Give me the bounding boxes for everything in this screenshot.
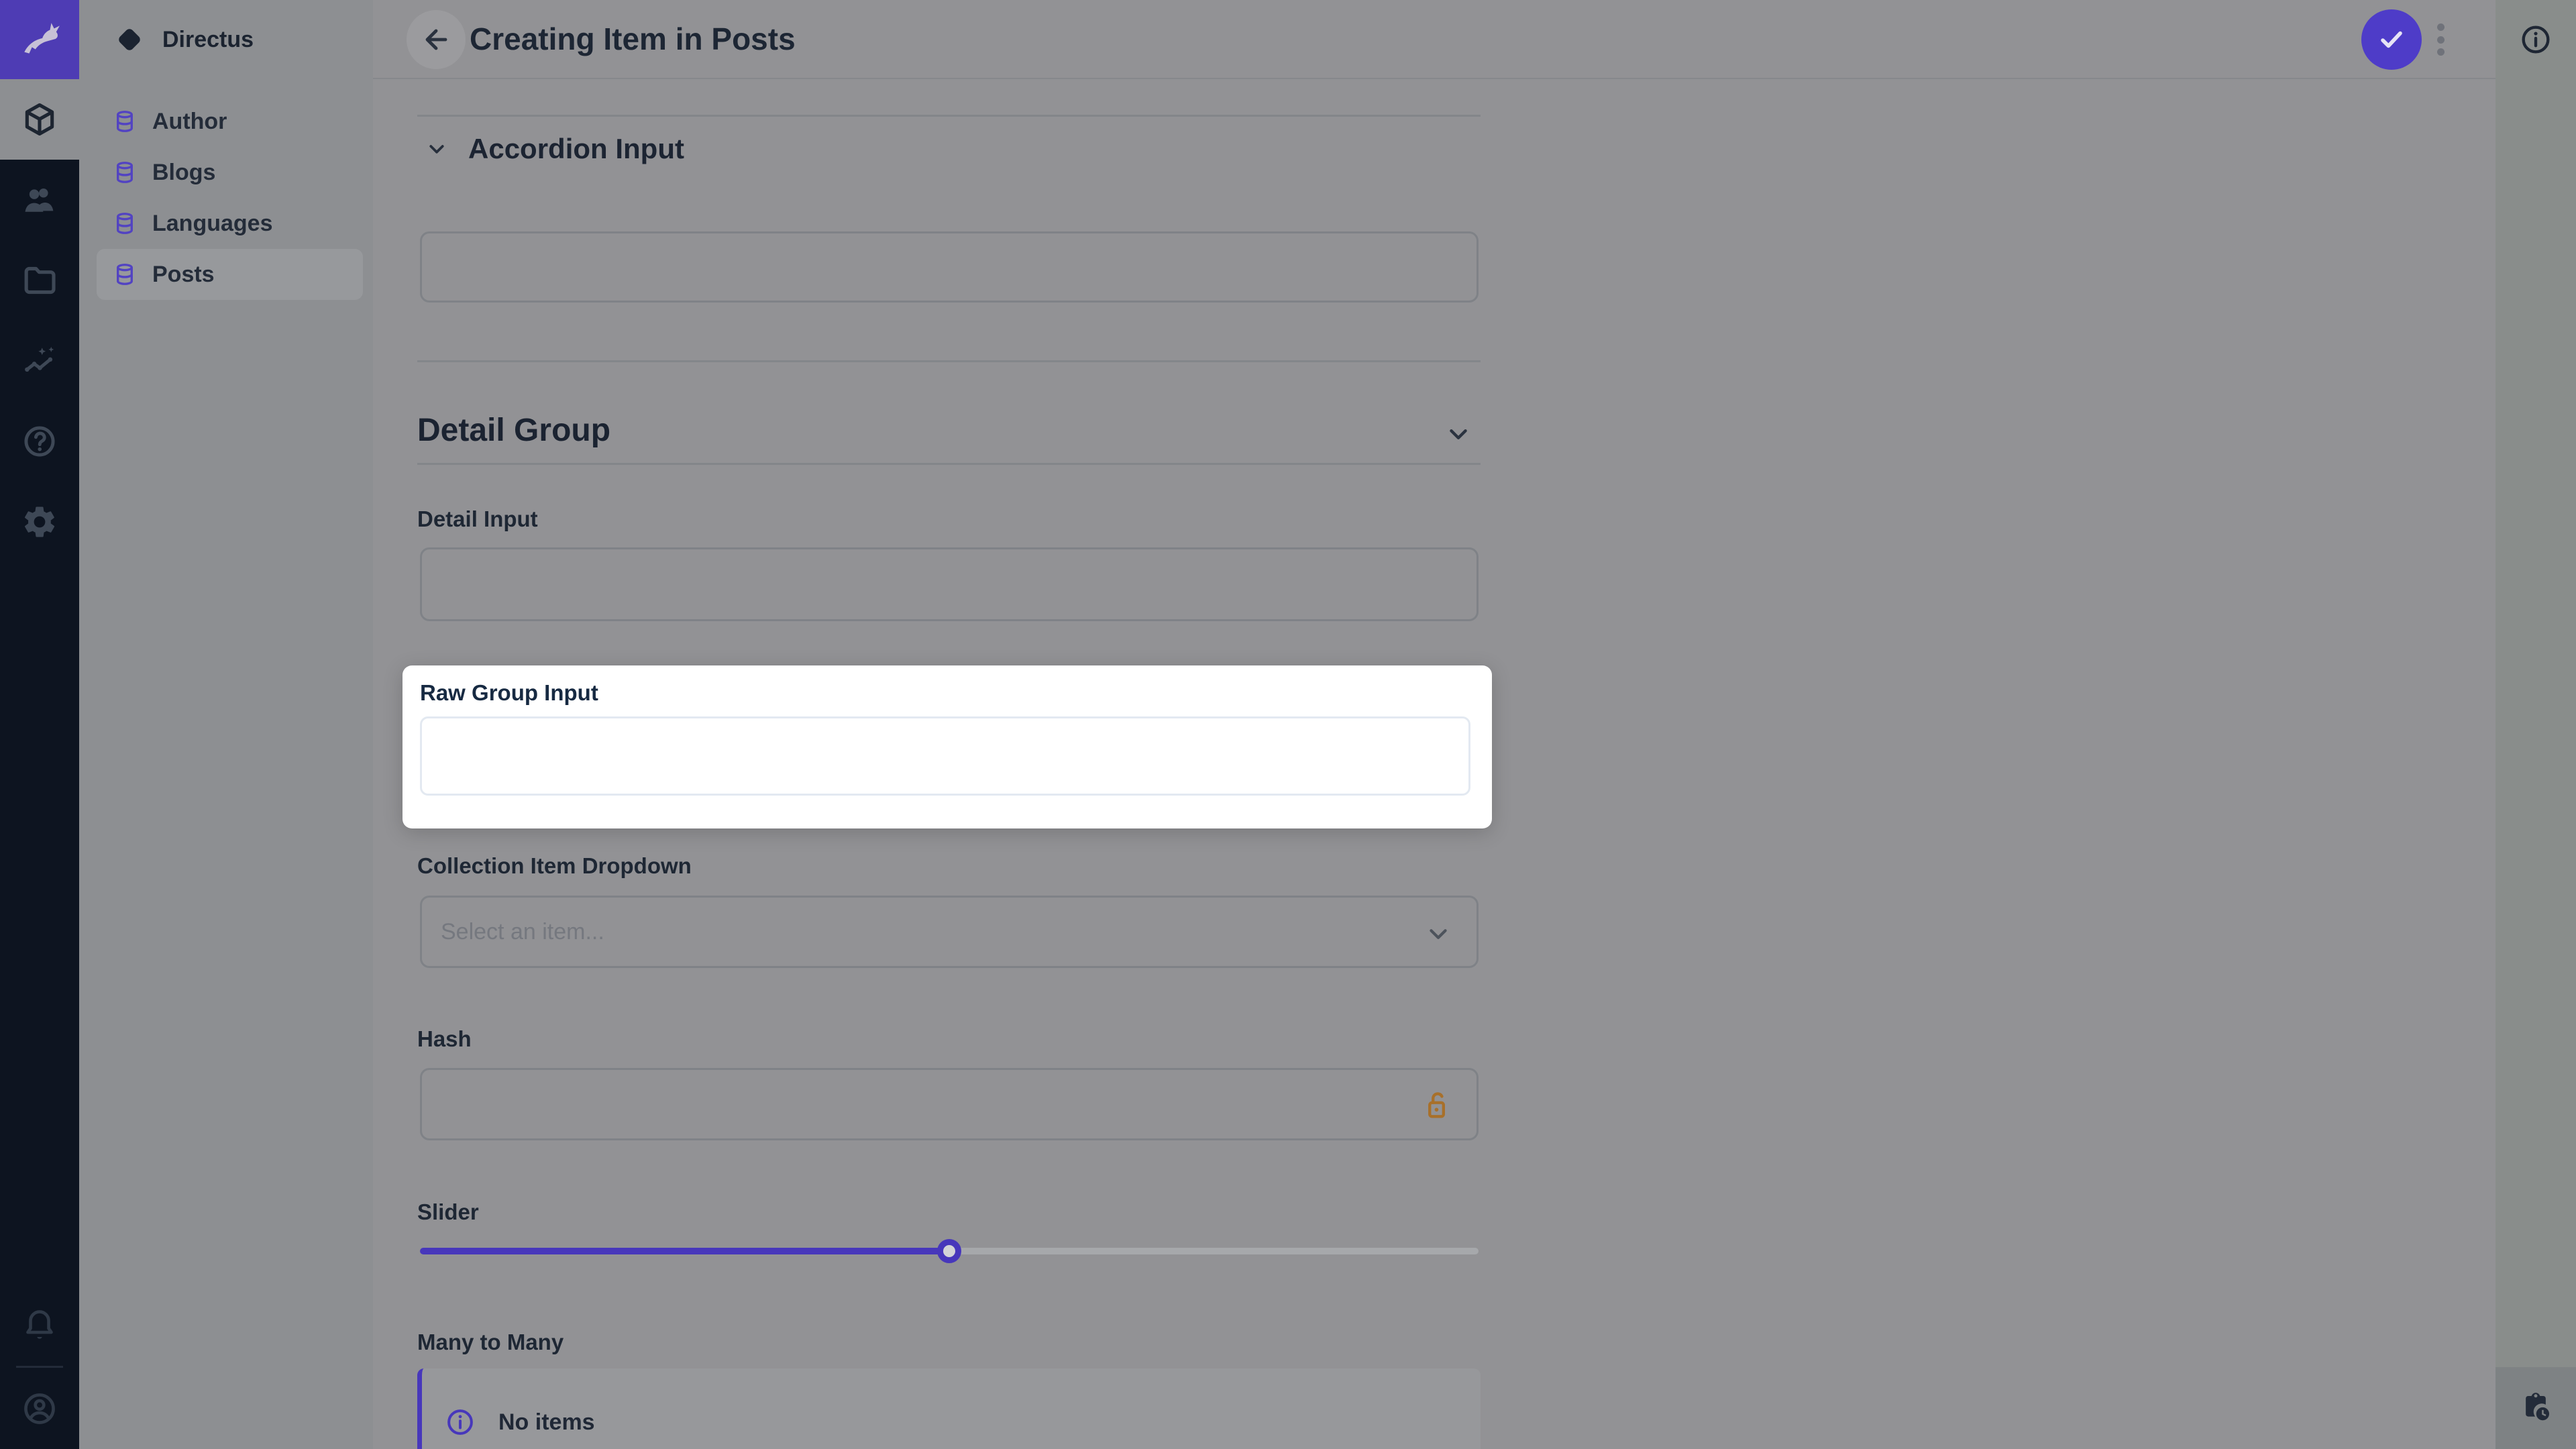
raw-group-input-highlight-card: Raw Group Input (402, 665, 1492, 828)
module-file-library[interactable] (0, 240, 79, 321)
module-settings[interactable] (0, 482, 79, 562)
users-icon (21, 181, 58, 219)
chevron-down-icon (1423, 918, 1454, 949)
project-diamond-icon (114, 24, 145, 55)
account-button[interactable] (0, 1368, 79, 1449)
accordion-input[interactable] (420, 231, 1479, 303)
sidebar-item-label: Blogs (152, 160, 215, 186)
database-icon (112, 262, 138, 287)
dropdown-placeholder: Select an item... (441, 919, 604, 945)
many-to-many-empty-notice: No items (417, 1368, 1481, 1449)
revisions-sidebar-button[interactable] (2496, 1367, 2576, 1449)
empty-notice-text: No items (498, 1409, 595, 1436)
right-sidebar (2496, 0, 2576, 1449)
info-icon (445, 1407, 476, 1438)
raw-group-input-label: Raw Group Input (420, 680, 598, 706)
arrow-left-icon (420, 23, 452, 56)
navigation-sidebar: Directus Author Blogs Languages Posts (79, 0, 373, 1449)
slider[interactable] (420, 1237, 1479, 1264)
section-divider (417, 463, 1481, 465)
module-bar-divider (16, 1366, 63, 1368)
sidebar-item-label: Languages (152, 211, 272, 237)
back-button[interactable] (407, 10, 466, 69)
insights-icon (21, 342, 58, 380)
many-to-many-label: Many to Many (417, 1330, 564, 1355)
sidebar-item-label: Author (152, 109, 227, 135)
bell-icon (21, 1307, 58, 1344)
project-name: Directus (162, 27, 254, 53)
chevron-down-icon (424, 136, 449, 162)
chevron-down-icon[interactable] (1443, 419, 1474, 449)
slider-thumb[interactable] (937, 1239, 961, 1263)
accordion-section-header[interactable]: Accordion Input (424, 133, 684, 165)
help-icon (21, 423, 58, 460)
box-icon (21, 101, 58, 138)
lock-open-icon (1419, 1087, 1454, 1122)
detail-input-label: Detail Input (417, 506, 538, 532)
module-bar (0, 0, 79, 1449)
database-icon (112, 109, 138, 134)
section-divider (417, 115, 1481, 117)
dropdown-label: Collection Item Dropdown (417, 853, 692, 879)
clipboard-clock-icon (2518, 1390, 2554, 1426)
module-content[interactable] (0, 79, 79, 160)
form-content: Accordion Input Detail Group Detail Inpu… (373, 79, 2496, 1449)
directus-app: Directus Author Blogs Languages Posts (0, 0, 2576, 1449)
sidebar-item-label: Posts (152, 262, 215, 288)
sidebar-item-blogs[interactable]: Blogs (97, 147, 363, 198)
sidebar-item-languages[interactable]: Languages (97, 198, 363, 249)
raw-group-input[interactable] (420, 716, 1470, 796)
account-circle-icon (21, 1390, 58, 1428)
hash-input[interactable] (420, 1068, 1479, 1140)
section-divider (417, 360, 1481, 362)
database-icon (112, 160, 138, 185)
check-icon (2375, 23, 2408, 56)
save-button[interactable] (2361, 9, 2422, 70)
more-options-button[interactable] (2432, 23, 2449, 56)
module-insights[interactable] (0, 321, 79, 401)
kebab-menu-icon (2437, 23, 2445, 31)
folder-icon (21, 262, 58, 299)
project-switcher[interactable]: Directus (79, 0, 373, 79)
gear-icon (21, 503, 58, 541)
hash-label: Hash (417, 1026, 472, 1052)
collection-list: Author Blogs Languages Posts (79, 79, 373, 300)
module-help[interactable] (0, 401, 79, 482)
rabbit-logo-icon (17, 17, 62, 62)
detail-group-title: Detail Group (417, 412, 610, 449)
notifications-button[interactable] (0, 1285, 79, 1366)
slider-fill (420, 1248, 949, 1254)
collection-item-dropdown[interactable]: Select an item... (420, 896, 1479, 968)
sidebar-item-posts[interactable]: Posts (97, 249, 363, 300)
database-icon (112, 211, 138, 236)
module-user-directory[interactable] (0, 160, 79, 240)
info-icon (2519, 23, 2553, 56)
project-logo-button[interactable] (0, 0, 79, 79)
page-title: Creating Item in Posts (470, 0, 796, 78)
detail-input[interactable] (420, 547, 1479, 621)
info-sidebar-button[interactable] (2496, 0, 2576, 79)
slider-label: Slider (417, 1199, 479, 1225)
sidebar-item-author[interactable]: Author (97, 96, 363, 147)
page-header: Creating Item in Posts (373, 0, 2496, 79)
accordion-section-title: Accordion Input (468, 133, 684, 165)
